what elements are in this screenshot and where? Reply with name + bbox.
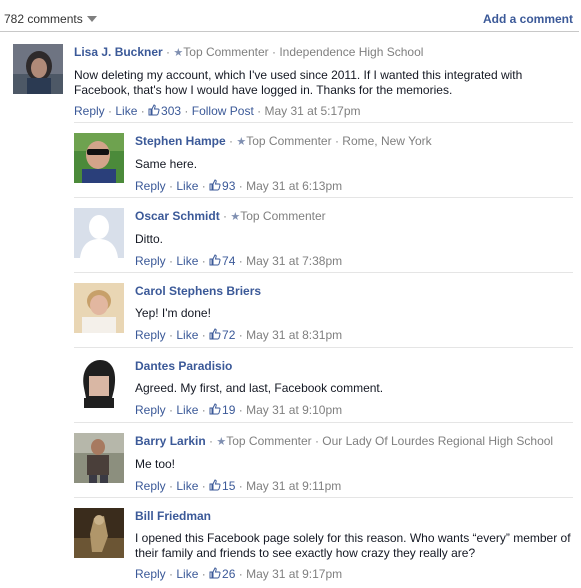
- timestamp[interactable]: May 31 at 9:10pm: [246, 403, 342, 417]
- comment-text: I opened this Facebook page solely for t…: [135, 531, 571, 560]
- comment-text: Yep! I'm done!: [135, 306, 211, 320]
- top-commenter-badge: Top Commenter: [240, 209, 326, 223]
- star-icon: ★: [216, 436, 227, 448]
- reply-item: Bill Friedman I opened this Facebook pag…: [74, 508, 574, 582]
- default-silhouette-icon: [74, 208, 124, 258]
- reply-link[interactable]: Reply: [74, 104, 105, 118]
- like-link[interactable]: Like: [176, 403, 198, 417]
- timestamp[interactable]: May 31 at 8:31pm: [246, 328, 342, 342]
- comment-divider: [74, 197, 573, 198]
- cartoon-hair-icon: [74, 358, 124, 408]
- like-count[interactable]: 26: [222, 567, 235, 581]
- timestamp[interactable]: May 31 at 9:11pm: [246, 479, 341, 493]
- comment-divider: [74, 272, 573, 273]
- like-link[interactable]: Like: [176, 479, 198, 493]
- commenter-affiliation: Independence High School: [279, 45, 424, 59]
- avatar[interactable]: [13, 44, 63, 94]
- header-divider: [0, 31, 579, 32]
- reply-link[interactable]: Reply: [135, 403, 166, 417]
- reply-item: Dantes Paradisio Agreed. My first, and l…: [74, 358, 574, 418]
- reply-link[interactable]: Reply: [135, 254, 166, 268]
- like-link[interactable]: Like: [176, 179, 198, 193]
- art-figure-icon: [74, 508, 124, 558]
- timestamp[interactable]: May 31 at 6:13pm: [246, 179, 342, 193]
- like-link[interactable]: Like: [176, 328, 198, 342]
- reply-link[interactable]: Reply: [135, 479, 166, 493]
- timestamp[interactable]: May 31 at 7:38pm: [246, 254, 342, 268]
- comment-divider: [74, 497, 573, 498]
- top-commenter-badge: Top Commenter: [246, 134, 332, 148]
- reply-item: Barry Larkin · ★Top Commenter · Our Lady…: [74, 433, 574, 493]
- reply-item: Stephen Hampe · ★Top Commenter · Rome, N…: [74, 133, 574, 193]
- comment-text: Same here.: [135, 157, 198, 171]
- thumbs-up-icon: [148, 104, 160, 116]
- commenter-name[interactable]: Barry Larkin: [135, 434, 206, 448]
- commenter-name[interactable]: Dantes Paradisio: [135, 359, 232, 373]
- reply-link[interactable]: Reply: [135, 328, 166, 342]
- thumbs-up-icon: [209, 253, 221, 265]
- top-commenter-badge: Top Commenter: [226, 434, 312, 448]
- avatar[interactable]: [74, 283, 124, 333]
- man-outdoor-icon: [74, 433, 124, 483]
- woman-dark-icon: [13, 44, 63, 94]
- thumbs-up-icon: [209, 567, 221, 579]
- like-link[interactable]: Like: [115, 104, 137, 118]
- like-count[interactable]: 72: [222, 328, 235, 342]
- comment-divider: [74, 122, 573, 123]
- commenter-affiliation: Our Lady Of Lourdes Regional High School: [322, 434, 554, 448]
- avatar[interactable]: [74, 133, 124, 183]
- avatar[interactable]: [74, 508, 124, 558]
- like-count[interactable]: 74: [222, 254, 235, 268]
- star-icon: ★: [230, 211, 241, 223]
- thumbs-up-icon: [209, 402, 221, 414]
- thumbs-up-icon: [209, 478, 221, 490]
- avatar[interactable]: [74, 208, 124, 258]
- like-link[interactable]: Like: [176, 567, 198, 581]
- thumbs-up-icon: [209, 327, 221, 339]
- comment-item: Lisa J. Buckner · ★Top Commenter · Indep…: [13, 44, 573, 120]
- follow-post-link[interactable]: Follow Post: [192, 104, 254, 118]
- reply-link[interactable]: Reply: [135, 567, 166, 581]
- like-count[interactable]: 19: [222, 403, 235, 417]
- thumbs-up-icon: [209, 178, 221, 190]
- avatar[interactable]: [74, 433, 124, 483]
- commenter-affiliation: Rome, New York: [342, 134, 432, 148]
- like-link[interactable]: Like: [176, 254, 198, 268]
- comment-count: 782 comments: [4, 12, 83, 26]
- commenter-name[interactable]: Oscar Schmidt: [135, 209, 220, 223]
- comment-divider: [74, 422, 573, 423]
- commenter-name[interactable]: Stephen Hampe: [135, 134, 226, 148]
- commenter-name[interactable]: Bill Friedman: [135, 509, 211, 523]
- like-count[interactable]: 15: [222, 479, 235, 493]
- top-commenter-badge: Top Commenter: [183, 45, 269, 59]
- comment-divider: [74, 347, 573, 348]
- like-count[interactable]: 93: [222, 179, 235, 193]
- commenter-name[interactable]: Carol Stephens Briers: [135, 284, 261, 298]
- chevron-down-icon: [86, 16, 97, 22]
- timestamp[interactable]: May 31 at 9:17pm: [246, 567, 342, 581]
- avatar[interactable]: [74, 358, 124, 408]
- comment-text: Ditto.: [135, 232, 164, 246]
- comment-text: Now deleting my account, which I've used…: [74, 68, 523, 97]
- star-icon: ★: [173, 47, 184, 59]
- comment-text: Me too!: [135, 457, 176, 471]
- reply-link[interactable]: Reply: [135, 179, 166, 193]
- reply-item: Carol Stephens Briers Yep! I'm done! Rep…: [74, 283, 574, 343]
- star-icon: ★: [236, 136, 247, 148]
- comments-header: 782 comments Add a comment: [0, 0, 581, 36]
- commenter-name[interactable]: Lisa J. Buckner: [74, 45, 163, 59]
- reply-item: Oscar Schmidt · ★Top Commenter Ditto. Re…: [74, 208, 574, 268]
- comment-count-dropdown[interactable]: 782 comments: [4, 12, 97, 26]
- older-woman-icon: [74, 283, 124, 333]
- comment-text: Agreed. My first, and last, Facebook com…: [135, 381, 384, 395]
- like-count[interactable]: 303: [161, 104, 181, 118]
- timestamp[interactable]: May 31 at 5:17pm: [264, 104, 360, 118]
- add-comment-link[interactable]: Add a comment: [483, 12, 573, 26]
- man-sunglasses-icon: [74, 133, 124, 183]
